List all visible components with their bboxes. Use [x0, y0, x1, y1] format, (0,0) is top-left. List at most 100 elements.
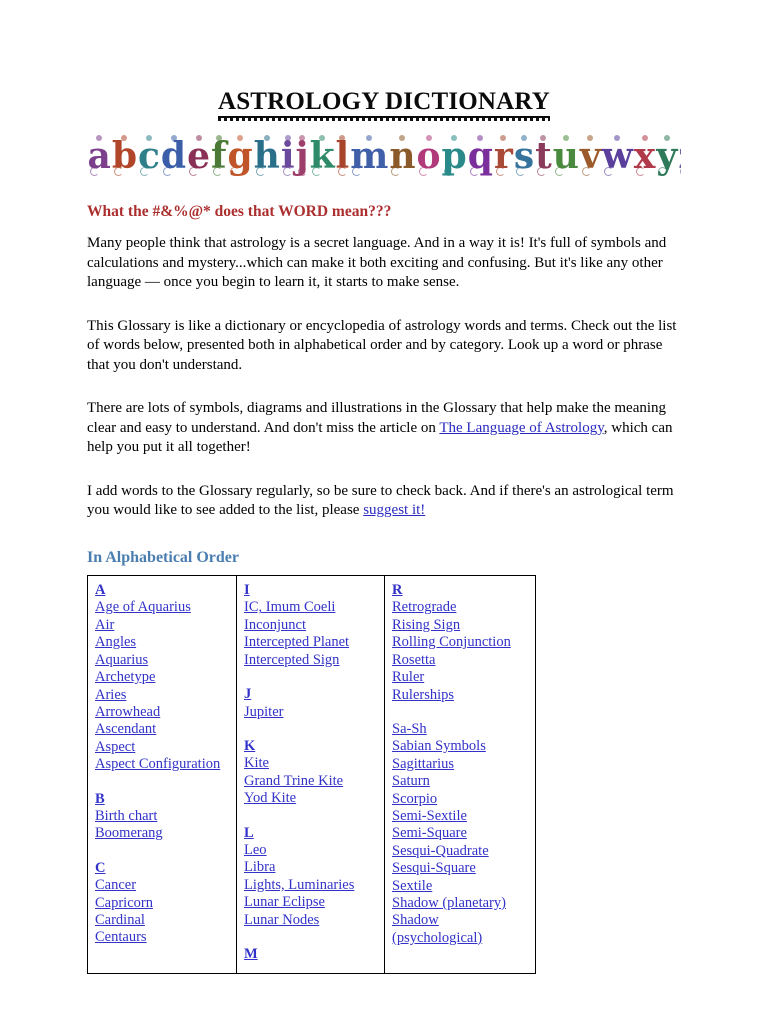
list-item: Centaurs: [95, 929, 230, 946]
glossary-term-link[interactable]: Rulerships: [392, 687, 454, 703]
glossary-term-link[interactable]: Age of Aquarius: [95, 599, 191, 615]
letter-anchor-link[interactable]: A: [95, 582, 105, 598]
page-title: ASTROLOGY DICTIONARY: [217, 88, 551, 121]
glossary-term-link[interactable]: Archetype: [95, 669, 155, 685]
list-item: Birth chart: [95, 808, 230, 825]
list-item: Rosetta: [392, 652, 529, 669]
list-item: A: [95, 582, 230, 599]
glossary-term-link[interactable]: Air: [95, 617, 114, 633]
letter-anchor-link[interactable]: M: [244, 946, 258, 962]
glossary-term-link[interactable]: Rosetta: [392, 652, 436, 668]
index-column-1: A Age of Aquarius Air Angles Aquarius Archety…: [87, 575, 237, 975]
glossary-term-link[interactable]: Scorpio: [392, 791, 437, 807]
glossary-term-link[interactable]: Sa-Sh: [392, 721, 427, 737]
glossary-term-link[interactable]: Sabian Symbols: [392, 738, 486, 754]
alphabet-glyph-q: q: [467, 135, 493, 177]
alphabetical-order-heading: In Alphabetical Order: [87, 548, 240, 566]
glossary-term-link[interactable]: Birth chart: [95, 808, 157, 824]
letter-anchor-link[interactable]: B: [95, 791, 105, 807]
glossary-term-link[interactable]: Rising Sign: [392, 617, 460, 633]
list-item: Ascendant: [95, 721, 230, 738]
list-item: Lunar Eclipse: [244, 894, 378, 911]
glossary-term-link[interactable]: Aquarius: [95, 652, 148, 668]
intro-heading: What the #&%@* does that WORD mean???: [87, 203, 392, 220]
letter-anchor-link[interactable]: L: [244, 825, 254, 841]
language-of-astrology-link[interactable]: The Language of Astrology: [439, 420, 603, 436]
alphabet-glyph-l: l: [335, 135, 350, 177]
glossary-term-link[interactable]: Sesqui-Square: [392, 860, 476, 876]
glossary-term-link[interactable]: Sesqui-Quadrate: [392, 843, 489, 859]
intro-paragraph-2: This Glossary is like a dictionary or en…: [87, 317, 677, 373]
glossary-term-link[interactable]: Capricorn: [95, 895, 153, 911]
glossary-term-link[interactable]: Semi-Square: [392, 825, 467, 841]
glossary-term-link[interactable]: Lunar Nodes: [244, 912, 319, 928]
list-item: Aquarius: [95, 652, 230, 669]
alphabet-glyph-t: t: [535, 135, 552, 177]
glossary-term-link[interactable]: Rolling Conjunction: [392, 634, 511, 650]
alphabet-glyph-u: u: [552, 135, 579, 177]
list-item: Ruler: [392, 669, 529, 686]
document-content: ASTROLOGY DICTIONARY abcdefghijklmnopqrs…: [87, 0, 681, 975]
glossary-term-link[interactable]: Aspect: [95, 739, 135, 755]
glossary-term-link[interactable]: Inconjunct: [244, 617, 306, 633]
suggest-it-link[interactable]: suggest it!: [363, 502, 425, 518]
glossary-term-link[interactable]: Shadow (planetary): [392, 895, 506, 911]
list-item: Grand Trine Kite: [244, 773, 378, 790]
glossary-term-link[interactable]: Intercepted Sign: [244, 652, 339, 668]
list-item: Arrowhead: [95, 704, 230, 721]
alphabet-glyph-b: b: [111, 135, 137, 177]
list-item: Scorpio: [392, 791, 529, 808]
glossary-term-link[interactable]: Aries: [95, 687, 126, 703]
alphabet-glyph-h: h: [253, 135, 280, 177]
glossary-term-link[interactable]: Centaurs: [95, 929, 147, 945]
glossary-term-link[interactable]: Ascendant: [95, 721, 156, 737]
glossary-term-link[interactable]: Saturn: [392, 773, 430, 789]
alphabet-glyph-a: a: [87, 135, 111, 177]
letter-anchor-link[interactable]: I: [244, 582, 250, 598]
glossary-term-link[interactable]: Yod Kite: [244, 790, 296, 806]
glossary-term-link[interactable]: Leo: [244, 842, 267, 858]
list-item: Boomerang: [95, 825, 230, 842]
alphabet-glyph-r: r: [493, 135, 513, 177]
intro-paragraph-3: There are lots of symbols, diagrams and …: [87, 399, 681, 458]
list-item: Capricorn: [95, 895, 230, 912]
letter-anchor-link[interactable]: C: [95, 860, 105, 876]
glossary-term-link[interactable]: Angles: [95, 634, 136, 650]
glossary-term-link[interactable]: Sextile: [392, 878, 432, 894]
glossary-term-link[interactable]: Kite: [244, 755, 269, 771]
glossary-term-link[interactable]: Lunar Eclipse: [244, 894, 325, 910]
letter-anchor-link[interactable]: R: [392, 582, 402, 598]
glossary-term-link[interactable]: Cancer: [95, 877, 136, 893]
term-list-spacer: [244, 929, 378, 946]
glossary-term-link[interactable]: Aspect Configuration: [95, 756, 220, 772]
glossary-term-link[interactable]: Arrowhead: [95, 704, 160, 720]
glossary-term-link[interactable]: Boomerang: [95, 825, 163, 841]
list-item: M: [244, 946, 378, 963]
list-item: Semi-Sextile: [392, 808, 529, 825]
term-list-spacer: [95, 843, 230, 860]
list-item: Intercepted Planet: [244, 634, 378, 651]
alphabet-glyph-d: d: [160, 135, 187, 177]
glossary-term-link[interactable]: Lights, Luminaries: [244, 877, 354, 893]
glossary-term-link[interactable]: Sagittarius: [392, 756, 454, 772]
alphabet-glyph-s: s: [513, 135, 535, 177]
glossary-term-link[interactable]: Retrograde: [392, 599, 456, 615]
glossary-term-link[interactable]: Intercepted Planet: [244, 634, 349, 650]
glossary-term-link[interactable]: Shadow (psychological): [392, 912, 482, 945]
glossary-term-link[interactable]: Grand Trine Kite: [244, 773, 343, 789]
list-item: Saturn: [392, 773, 529, 790]
alphabet-glyph-m: m: [350, 135, 389, 177]
list-item: Inconjunct: [244, 617, 378, 634]
glossary-term-link[interactable]: Cardinal: [95, 912, 145, 928]
list-item: Shadow (psychological): [392, 912, 529, 947]
glossary-term-link[interactable]: IC, Imum Coeli: [244, 599, 335, 615]
letter-anchor-link[interactable]: K: [244, 738, 255, 754]
glossary-term-link[interactable]: Jupiter: [244, 704, 283, 720]
intro-paragraph-4: I add words to the Glossary regularly, s…: [87, 482, 681, 521]
glossary-term-link[interactable]: Ruler: [392, 669, 424, 685]
alphabet-glyph-n: n: [389, 135, 416, 177]
letter-anchor-link[interactable]: J: [244, 686, 251, 702]
glossary-term-link[interactable]: Libra: [244, 859, 275, 875]
glossary-term-link[interactable]: Semi-Sextile: [392, 808, 467, 824]
list-item: Archetype: [95, 669, 230, 686]
